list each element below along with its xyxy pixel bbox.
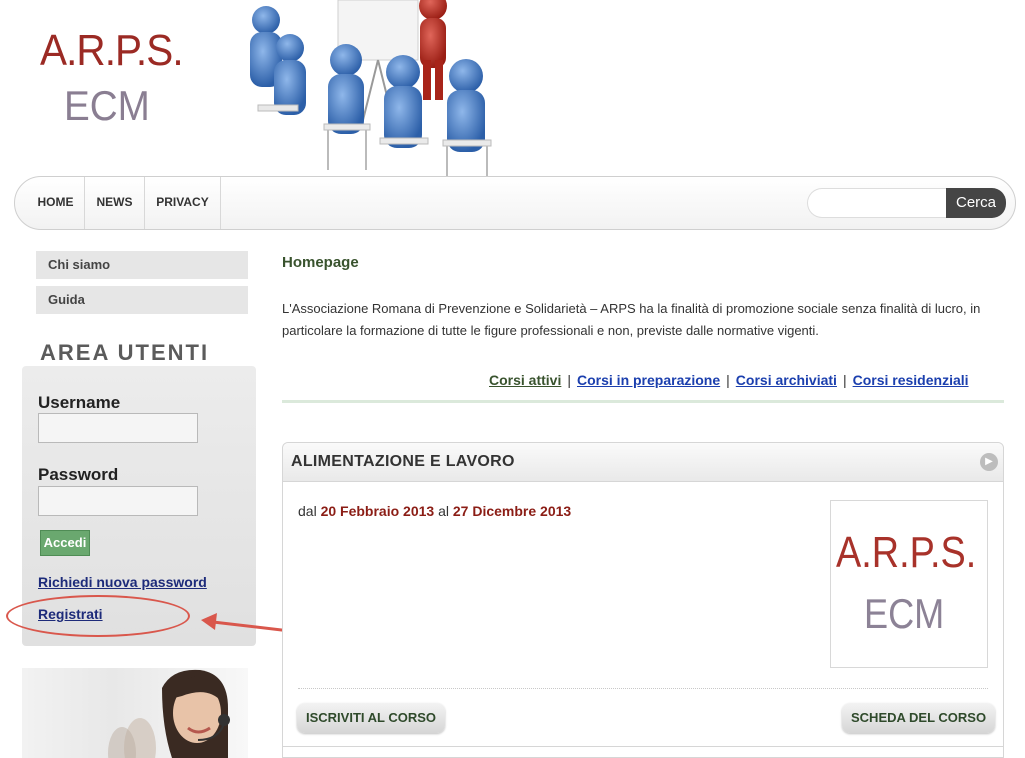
course-details-button[interactable]: SCHEDA DEL CORSO	[842, 703, 996, 733]
sidebar-item-guida[interactable]: Guida	[36, 286, 248, 314]
username-field[interactable]	[38, 413, 198, 443]
nav-privacy[interactable]: PRIVACY	[145, 177, 221, 229]
date-mid: al	[438, 503, 449, 519]
password-field[interactable]	[38, 486, 198, 516]
nav-news[interactable]: NEWS	[85, 177, 145, 229]
course-thumbnail	[830, 500, 988, 668]
username-label: Username	[38, 393, 121, 412]
forgot-password-link[interactable]: Richiedi nuova password	[38, 574, 207, 590]
link-corsi-archiviati[interactable]: Corsi archiviati	[736, 372, 837, 388]
logo-text-ecm: ECM	[64, 82, 150, 129]
link-corsi-in-preparazione[interactable]: Corsi in preparazione	[577, 372, 720, 388]
search-button[interactable]: Cerca	[946, 188, 1006, 218]
page-title: Homepage	[282, 254, 359, 271]
annotation-ellipse	[6, 595, 190, 637]
thumbnail-logo-arps: A.R.P.S.	[836, 528, 977, 577]
course-filter-links: Corsi attivi | Corsi in preparazione | Corsi…	[489, 372, 969, 388]
date-start: 20 Febbraio 2013	[320, 503, 435, 519]
search-input[interactable]	[807, 188, 947, 218]
date-prefix: dal	[298, 503, 317, 519]
date-end: 27 Dicembre 2013	[452, 503, 572, 519]
support-operator-image	[22, 668, 248, 758]
thumbnail-logo-ecm: ECM	[864, 590, 945, 637]
course-dates: dal 20 Febbraio 2013 al 27 Dicembre 2013	[298, 503, 571, 519]
divider	[282, 400, 1004, 403]
intro-paragraph: L'Associazione Romana di Prevenzione e S…	[282, 301, 981, 338]
header-illustration	[250, 0, 492, 176]
link-corsi-attivi[interactable]: Corsi attivi	[489, 372, 561, 388]
area-utenti-heading: AREA UTENTI	[40, 340, 210, 365]
card-divider	[298, 688, 988, 689]
logo-text-arps: A.R.P.S.	[40, 26, 184, 75]
sidebar-item-chi-siamo[interactable]: Chi siamo	[36, 251, 248, 279]
nav-home[interactable]: HOME	[27, 177, 85, 229]
password-label: Password	[38, 465, 119, 484]
card-bottom-divider	[283, 746, 1003, 747]
link-corsi-residenziali[interactable]: Corsi residenziali	[853, 372, 969, 388]
enroll-button[interactable]: ISCRIVITI AL CORSO	[297, 703, 446, 733]
chevron-right-icon[interactable]: ▶	[980, 453, 998, 471]
course-title: ALIMENTAZIONE E LAVORO	[291, 453, 515, 470]
login-button[interactable]: Accedi	[40, 530, 90, 556]
